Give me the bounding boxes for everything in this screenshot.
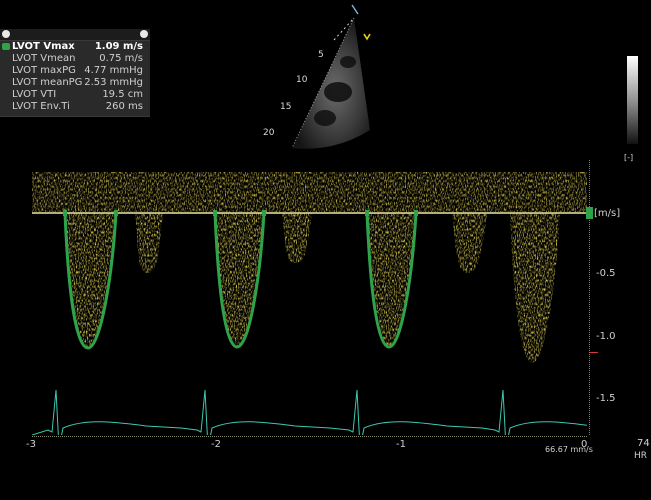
measurement-label: LVOT meanPG <box>12 77 83 88</box>
heart-rate-unit: HR <box>634 451 648 461</box>
measurement-row-vti[interactable]: LVOT VTI 19.5 cm <box>0 89 150 101</box>
measurement-label: LVOT Env.Ti <box>12 101 70 112</box>
envelope-marker[interactable] <box>262 210 266 216</box>
velocity-tick: -1.5 <box>596 393 616 404</box>
time-axis <box>32 436 587 438</box>
envelope-marker[interactable] <box>213 210 217 216</box>
orientation-marker-icon <box>363 33 371 41</box>
heart-rate-value: 74 <box>637 438 650 449</box>
depth-tick: 5 <box>318 50 324 60</box>
measurement-value: 2.53 mmHg <box>84 77 143 88</box>
doppler-spectrum[interactable] <box>32 160 587 435</box>
depth-tick: 20 <box>263 128 275 138</box>
sweep-speed: 66.67 mm/s <box>545 445 593 454</box>
velocity-cursor-mark <box>590 352 598 353</box>
measurement-label: LVOT VTI <box>12 89 57 100</box>
panel-menu-icon[interactable] <box>2 30 10 38</box>
depth-tick: 15 <box>280 102 291 112</box>
panel-close-icon[interactable] <box>140 30 148 38</box>
time-tick: -1 <box>396 439 406 450</box>
measurement-row-maxpg[interactable]: LVOT maxPG 4.77 mmHg <box>0 65 150 77</box>
baseline-handle[interactable] <box>586 207 593 219</box>
measurement-value: 19.5 cm <box>102 89 143 100</box>
measurement-value: 4.77 mmHg <box>84 65 143 76</box>
depth-tick: 10 <box>296 75 308 85</box>
velocity-tick: -1.0 <box>596 331 616 342</box>
measurement-label: LVOT maxPG <box>12 65 76 76</box>
velocity-unit: [m/s] <box>594 208 621 219</box>
spectral-signal <box>32 160 587 435</box>
measurement-row-env-ti[interactable]: LVOT Env.Ti 260 ms <box>0 101 150 113</box>
measurement-panel: LVOT Vmax 1.09 m/s LVOT Vmean 0.75 m/s L… <box>0 29 150 117</box>
envelope-marker[interactable] <box>365 210 369 216</box>
measurement-value: 260 ms <box>105 101 143 112</box>
measurement-panel-header[interactable] <box>0 29 150 41</box>
envelope-marker[interactable] <box>114 210 118 216</box>
measurement-row-meanpg[interactable]: LVOT meanPG 2.53 mmHg <box>0 77 150 89</box>
envelope-marker[interactable] <box>63 210 67 216</box>
measurement-row-vmean[interactable]: LVOT Vmean 0.75 m/s <box>0 53 150 65</box>
probe-marker <box>351 4 359 15</box>
measurement-row-vmax[interactable]: LVOT Vmax 1.09 m/s <box>0 41 150 53</box>
measurement-value: 1.09 m/s <box>94 41 143 52</box>
measurement-label: LVOT Vmean <box>12 53 76 64</box>
measurement-label: LVOT Vmax <box>12 41 75 52</box>
time-tick: -2 <box>211 439 221 450</box>
grayscale-bar-mark: [-] <box>624 153 634 162</box>
envelope-marker[interactable] <box>414 210 418 216</box>
velocity-tick: -0.5 <box>596 268 616 279</box>
active-measurement-marker <box>2 43 10 50</box>
grayscale-bar <box>627 56 638 144</box>
sector-thumbnail: 5 10 15 20 <box>230 0 400 150</box>
time-tick: -3 <box>26 439 36 450</box>
velocity-scale-axis <box>589 160 593 435</box>
measurement-value: 0.75 m/s <box>99 53 143 64</box>
